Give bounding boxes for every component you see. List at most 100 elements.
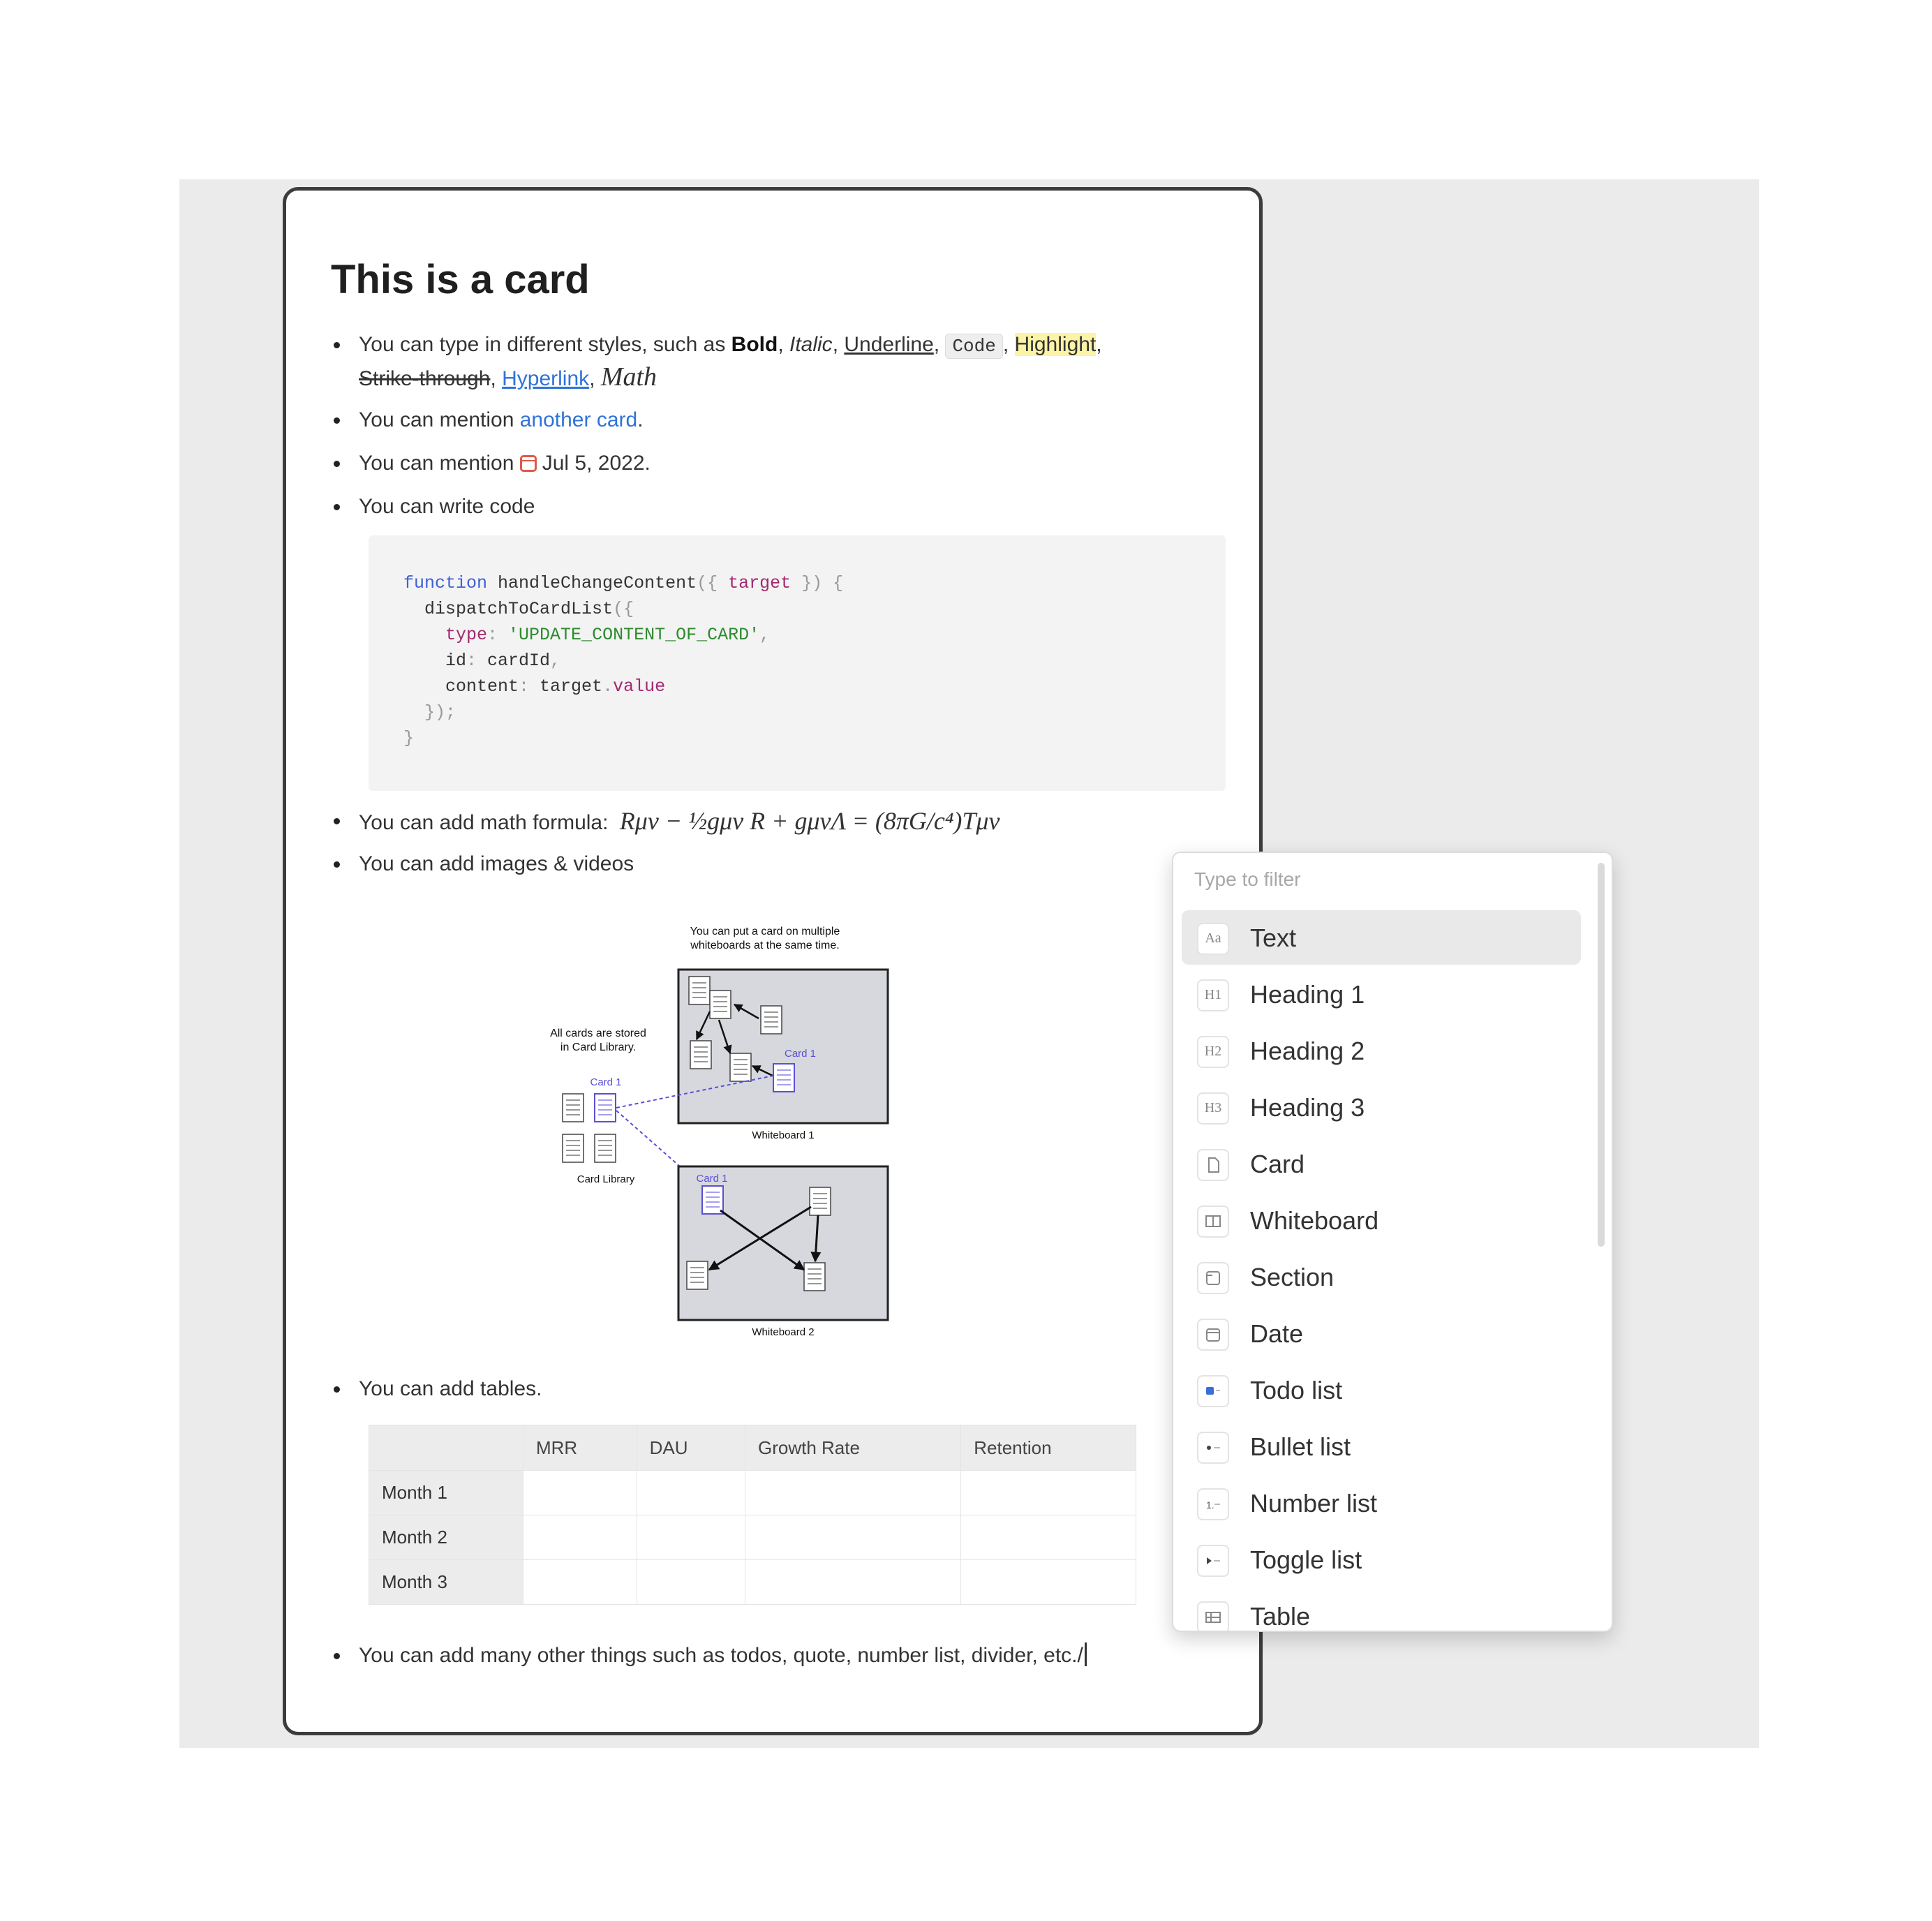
- table-row: Month 1: [369, 1470, 1136, 1515]
- library-note-2: in Card Library.: [560, 1041, 636, 1053]
- text-span: You can mention: [359, 452, 520, 475]
- card-title[interactable]: This is a card: [331, 256, 590, 303]
- table-cell[interactable]: [636, 1559, 746, 1605]
- table-cell[interactable]: [523, 1515, 637, 1560]
- heading-3-icon: H3: [1197, 1092, 1229, 1125]
- wb1-card-label: Card 1: [785, 1048, 816, 1060]
- menu-item-date[interactable]: Date: [1182, 1306, 1581, 1360]
- calendar-icon: [519, 455, 537, 472]
- table-header-cell[interactable]: Growth Rate: [744, 1425, 962, 1471]
- separator: ,: [832, 333, 845, 356]
- menu-item-label: Toggle list: [1250, 1545, 1362, 1574]
- whiteboard-1-label: Whiteboard 1: [752, 1129, 814, 1141]
- text-span: You can add tables.: [359, 1377, 542, 1400]
- separator: ,: [1002, 333, 1015, 356]
- figure-top-note-1: You can put a card on multiple: [690, 926, 840, 937]
- underline-text: Underline: [844, 333, 934, 356]
- table-row-header[interactable]: Month 3: [369, 1559, 523, 1605]
- slash-command-menu[interactable]: Type to filter Aa Text H1 Heading 1 H2 H…: [1172, 852, 1613, 1632]
- menu-item-whiteboard[interactable]: Whiteboard: [1182, 1193, 1581, 1247]
- menu-item-section[interactable]: Section: [1182, 1249, 1581, 1304]
- table-header-cell[interactable]: MRR: [523, 1425, 637, 1471]
- text-span: You can write code: [359, 495, 535, 518]
- code-block[interactable]: function handleChangeContent({ target })…: [369, 535, 1226, 791]
- separator: ,: [933, 333, 946, 356]
- menu-item-number-list[interactable]: 1. Number list: [1182, 1476, 1581, 1530]
- menu-item-label: Whiteboard: [1250, 1206, 1379, 1235]
- hyperlink[interactable]: Hyperlink: [502, 367, 589, 390]
- text-span: You can add math formula:: [359, 811, 614, 834]
- menu-item-card[interactable]: Card: [1182, 1136, 1581, 1191]
- text-span: You can type in different styles, such a…: [359, 333, 731, 356]
- table-cell[interactable]: [523, 1470, 637, 1515]
- menu-item-label: Card: [1250, 1150, 1305, 1178]
- separator: ,: [490, 367, 503, 390]
- table-cell[interactable]: [636, 1470, 746, 1515]
- table-cell[interactable]: [636, 1515, 746, 1560]
- table-header-cell[interactable]: [369, 1425, 523, 1471]
- list-item-tables[interactable]: You can add tables.: [333, 1373, 542, 1405]
- list-item-mention-date[interactable]: You can mention Jul 5, 2022.: [334, 447, 651, 480]
- menu-item-heading-2[interactable]: H2 Heading 2: [1182, 1023, 1581, 1078]
- list-item-mention-card[interactable]: You can mention another card.: [334, 404, 644, 436]
- whiteboard-2-label: Whiteboard 2: [752, 1326, 814, 1338]
- toggle-icon: [1197, 1545, 1229, 1577]
- whiteboard-icon: [1197, 1206, 1229, 1238]
- table-cell[interactable]: [523, 1559, 637, 1605]
- table-cell[interactable]: [960, 1515, 1136, 1560]
- table-cell[interactable]: [960, 1470, 1136, 1515]
- table-row-header[interactable]: Month 1: [369, 1470, 523, 1515]
- section-icon: [1197, 1262, 1229, 1294]
- calendar-icon: [1197, 1319, 1229, 1351]
- menu-item-label: Text: [1250, 924, 1297, 952]
- card-icon: [1197, 1149, 1229, 1181]
- table-cell[interactable]: [744, 1559, 962, 1605]
- list-item-code[interactable]: You can write code: [333, 491, 535, 523]
- menu-item-toggle-list[interactable]: Toggle list: [1182, 1532, 1581, 1587]
- table-header-cell[interactable]: Retention: [960, 1425, 1136, 1471]
- menu-item-table[interactable]: Table: [1182, 1589, 1581, 1631]
- table-row: Month 2: [369, 1515, 1136, 1560]
- text-span: You can add images & videos: [359, 852, 634, 875]
- diagram-image[interactable]: You can put a card on multiple whiteboar…: [532, 914, 965, 1360]
- table-row: Month 3: [369, 1559, 1136, 1605]
- bold-text: Bold: [731, 333, 778, 356]
- list-item-other[interactable]: You can add many other things such as to…: [334, 1640, 1087, 1672]
- table-cell[interactable]: [744, 1470, 962, 1515]
- menu-item-label: Todo list: [1250, 1376, 1343, 1404]
- inline-code: Code: [945, 334, 1003, 359]
- separator: ,: [589, 367, 601, 390]
- bullet-icon: [1197, 1432, 1229, 1464]
- checkbox-icon: [1197, 1375, 1229, 1407]
- menu-item-label: Bullet list: [1250, 1432, 1351, 1461]
- menu-item-label: Heading 3: [1250, 1093, 1365, 1122]
- list-item-styles-cont[interactable]: Strike-through, Hyperlink, Math: [359, 361, 657, 395]
- menu-item-todo-list[interactable]: Todo list: [1182, 1363, 1581, 1417]
- card-editor[interactable]: This is a card You can type in different…: [283, 187, 1263, 1735]
- text-span: .: [644, 452, 651, 475]
- separator: ,: [778, 333, 789, 356]
- menu-item-text[interactable]: Aa Text: [1182, 910, 1581, 965]
- table-cell[interactable]: [744, 1515, 962, 1560]
- list-item-images[interactable]: You can add images & videos: [333, 848, 634, 880]
- menu-item-bullet-list[interactable]: Bullet list: [1182, 1419, 1581, 1474]
- library-card-label: Card 1: [590, 1076, 621, 1088]
- strike-text: Strike-through: [359, 367, 491, 390]
- data-table[interactable]: MRR DAU Growth Rate Retention Month 1 Mo…: [369, 1425, 1136, 1605]
- menu-item-heading-1[interactable]: H1 Heading 1: [1182, 967, 1581, 1021]
- card-mention-link[interactable]: another card: [520, 408, 637, 431]
- library-note-1: All cards are stored: [550, 1028, 646, 1039]
- menu-item-label: Table: [1250, 1602, 1311, 1631]
- list-item-math[interactable]: You can add math formula: Rμν − ½gμν R +…: [333, 805, 1000, 839]
- text-caret: [1084, 1642, 1087, 1666]
- table-row-header[interactable]: Month 2: [369, 1515, 523, 1560]
- date-mention[interactable]: Jul 5, 2022: [542, 452, 645, 475]
- table-cell[interactable]: [960, 1559, 1136, 1605]
- text-icon: Aa: [1197, 923, 1229, 955]
- code-content: function handleChangeContent({ target })…: [403, 573, 844, 748]
- list-item-styles[interactable]: You can type in different styles, such a…: [334, 329, 1102, 362]
- menu-scrollbar[interactable]: [1598, 863, 1605, 1247]
- filter-input[interactable]: Type to filter: [1194, 868, 1301, 891]
- table-header-cell[interactable]: DAU: [636, 1425, 746, 1471]
- menu-item-heading-3[interactable]: H3 Heading 3: [1182, 1080, 1581, 1134]
